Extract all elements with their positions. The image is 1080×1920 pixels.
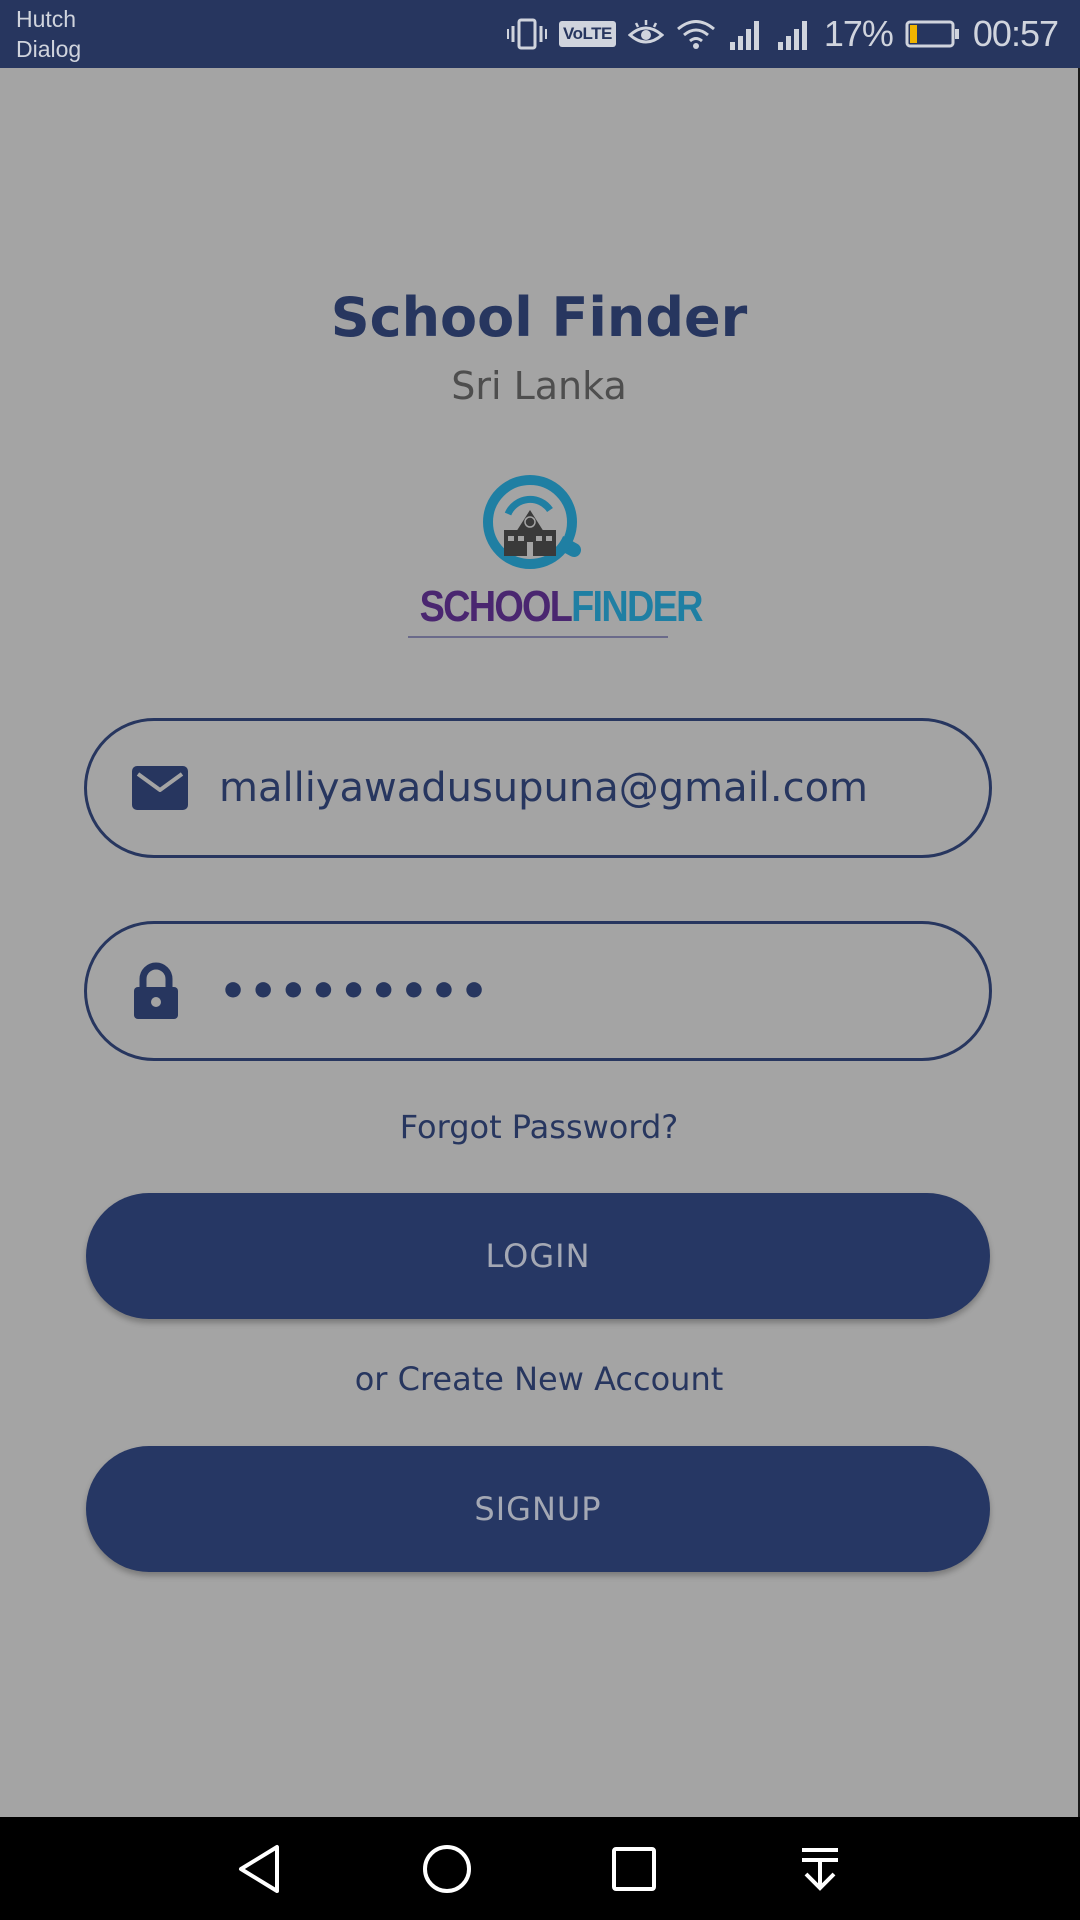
home-icon[interactable] — [387, 1817, 507, 1920]
signup-button[interactable]: SIGNUP — [86, 1446, 990, 1572]
logo-wordmark: SCHOOLFINDER — [419, 582, 704, 632]
school-finder-logo: SCHOOLFINDER — [400, 470, 704, 638]
battery-percent: 17% — [823, 13, 894, 54]
app-title: School Finder — [330, 286, 748, 349]
carrier-names: Hutch Dialog — [16, 4, 81, 64]
wifi-icon — [676, 18, 716, 50]
volte-icon: VoLTE — [559, 21, 616, 47]
status-bar: Hutch Dialog VoLTE 17% 00:57 — [0, 0, 1080, 68]
login-button[interactable]: LOGIN — [86, 1193, 990, 1319]
carrier-1: Hutch — [16, 6, 77, 32]
email-input-value[interactable]: malliyawadusupuna@gmail.com — [219, 721, 868, 855]
create-account-text: or Create New Account — [354, 1360, 724, 1398]
carrier-2: Dialog — [16, 36, 82, 62]
magnifier-school-icon — [483, 475, 581, 569]
back-icon[interactable] — [200, 1817, 320, 1920]
signal-icon — [776, 18, 812, 50]
logo-underline — [408, 636, 668, 638]
notification-pull-icon[interactable] — [760, 1817, 880, 1920]
vibrate-icon — [507, 17, 548, 51]
login-screen: School Finder Sri Lanka SCHOOLFINDER mal… — [0, 68, 1078, 1817]
navigation-bar — [0, 1817, 1080, 1920]
logo-word-finder: FINDER — [571, 582, 703, 631]
envelope-icon — [131, 721, 189, 855]
eye-comfort-icon — [627, 19, 664, 49]
battery-icon — [905, 19, 961, 49]
app-subtitle: Sri Lanka — [451, 364, 627, 408]
lock-icon — [131, 924, 181, 1058]
status-icons: VoLTE 17% 00:57 — [507, 0, 1059, 68]
password-field[interactable]: ••••••••• — [84, 921, 992, 1061]
recents-icon[interactable] — [574, 1817, 694, 1920]
logo-word-school: SCHOOL — [419, 582, 573, 631]
clock: 00:57 — [972, 13, 1059, 54]
email-field[interactable]: malliyawadusupuna@gmail.com — [84, 718, 992, 858]
signal-icon — [728, 18, 764, 50]
password-input-value[interactable]: ••••••••• — [219, 924, 490, 1058]
forgot-password-link[interactable]: Forgot Password? — [0, 1108, 1078, 1146]
